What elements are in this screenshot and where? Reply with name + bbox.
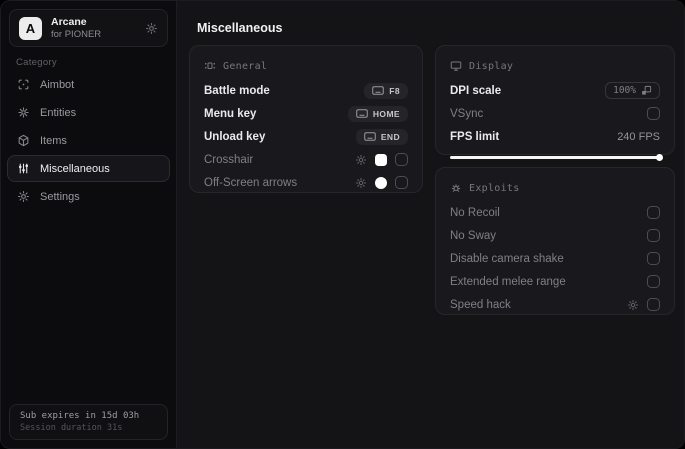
cube-icon [17, 134, 30, 147]
sidebar: A Arcane for PIONER Category Aimbot Enti… [1, 1, 177, 448]
sub-expires-text: Sub expires in 15d 03h [20, 411, 140, 421]
unload-keybind[interactable]: END [355, 128, 408, 145]
dpi-scale-badge[interactable]: 100% [605, 82, 660, 99]
brand-card: A Arcane for PIONER [9, 9, 168, 47]
menu-keybind[interactable]: HOME [347, 105, 408, 122]
row-label: Off-Screen arrows [204, 176, 298, 189]
keyboard-icon [364, 132, 376, 141]
sidebar-item-label: Entities [40, 106, 77, 119]
app-subtitle: for PIONER [51, 28, 102, 40]
display-panel: Display DPI scale 100% VSync FPS limit 2… [435, 45, 675, 161]
speed-hack-row: Speed hack [450, 293, 660, 316]
scale-icon [641, 85, 652, 96]
row-label: No Sway [450, 229, 497, 242]
session-duration-text: Session duration 31s [20, 423, 123, 433]
no-sway-checkbox[interactable] [647, 229, 660, 242]
offscreen-arrows-color-swatch[interactable] [375, 176, 387, 189]
fps-limit-row: FPS limit 240 FPS [450, 125, 660, 148]
row-label: FPS limit [450, 130, 500, 143]
gear-icon[interactable] [355, 154, 367, 166]
extended-melee-range-checkbox[interactable] [647, 275, 660, 288]
gear-icon[interactable] [145, 22, 158, 35]
no-recoil-row: No Recoil [450, 201, 660, 224]
sidebar-nav: Aimbot Entities Items Miscellaneous Sett… [7, 71, 170, 211]
subscription-card: Sub expires in 15d 03h Session duration … [9, 404, 168, 440]
exploits-panel: Exploits No Recoil No Sway Disable camer… [435, 167, 675, 315]
bug-icon [450, 182, 462, 194]
row-label: No Recoil [450, 206, 500, 219]
row-label: DPI scale [450, 84, 502, 97]
slider-knob[interactable] [656, 154, 663, 161]
main-content: Miscellaneous General Battle mode F8 Men… [177, 1, 684, 448]
dpi-scale-row: DPI scale 100% [450, 79, 660, 102]
slider-fill [450, 156, 660, 159]
general-panel: General Battle mode F8 Menu key HOME Unl… [189, 45, 423, 193]
app-name: Arcane [51, 15, 87, 28]
row-label: Unload key [204, 130, 266, 143]
sliders-icon [17, 162, 30, 175]
unload-key-row: Unload key END [204, 125, 408, 148]
grid-dots-icon [204, 60, 216, 72]
keyboard-icon [372, 86, 385, 95]
speed-hack-checkbox[interactable] [647, 298, 660, 311]
crosshair-color-swatch[interactable] [375, 153, 387, 166]
panel-title: Display [469, 60, 514, 72]
gear-icon[interactable] [627, 299, 639, 311]
fps-limit-value: 240 FPS [617, 130, 660, 143]
sidebar-item-settings[interactable]: Settings [7, 183, 170, 210]
app-window: A Arcane for PIONER Category Aimbot Enti… [0, 0, 685, 449]
sidebar-item-label: Items [40, 134, 67, 147]
menu-key-row: Menu key HOME [204, 102, 408, 125]
page-title: Miscellaneous [197, 21, 283, 35]
category-label: Category [16, 57, 57, 68]
sidebar-item-entities[interactable]: Entities [7, 99, 170, 126]
sidebar-item-label: Aimbot [40, 78, 75, 91]
battle-mode-keybind[interactable]: F8 [364, 82, 408, 99]
gear-icon [17, 190, 30, 203]
app-logo: A [19, 16, 42, 40]
row-label: Extended melee range [450, 275, 566, 288]
gear-icon[interactable] [355, 177, 367, 189]
crosshair-row: Crosshair [204, 148, 408, 171]
no-sway-row: No Sway [450, 224, 660, 247]
sidebar-item-miscellaneous[interactable]: Miscellaneous [7, 155, 170, 182]
battle-mode-row: Battle mode F8 [204, 79, 408, 102]
sidebar-item-items[interactable]: Items [7, 127, 170, 154]
keyboard-icon [356, 109, 368, 118]
panel-title: Exploits [469, 182, 520, 194]
no-recoil-checkbox[interactable] [647, 206, 660, 219]
offscreen-arrows-row: Off-Screen arrows [204, 171, 408, 194]
vsync-row: VSync [450, 102, 660, 125]
row-label: Battle mode [204, 84, 270, 97]
row-label: Crosshair [204, 153, 254, 166]
extended-melee-range-row: Extended melee range [450, 270, 660, 293]
row-label: Speed hack [450, 298, 511, 311]
disable-camera-shake-checkbox[interactable] [647, 252, 660, 265]
fps-limit-slider[interactable] [450, 154, 663, 161]
sidebar-item-label: Settings [40, 190, 80, 203]
entities-icon [17, 106, 30, 119]
disable-camera-shake-row: Disable camera shake [450, 247, 660, 270]
row-label: VSync [450, 107, 484, 120]
sidebar-item-label: Miscellaneous [40, 162, 110, 175]
row-label: Menu key [204, 107, 257, 120]
crosshair-icon [17, 78, 30, 91]
row-label: Disable camera shake [450, 252, 564, 265]
sidebar-item-aimbot[interactable]: Aimbot [7, 71, 170, 98]
monitor-icon [450, 60, 462, 72]
vsync-checkbox[interactable] [647, 107, 660, 120]
crosshair-checkbox[interactable] [395, 153, 408, 166]
offscreen-arrows-checkbox[interactable] [395, 176, 408, 189]
panel-title: General [223, 60, 268, 72]
